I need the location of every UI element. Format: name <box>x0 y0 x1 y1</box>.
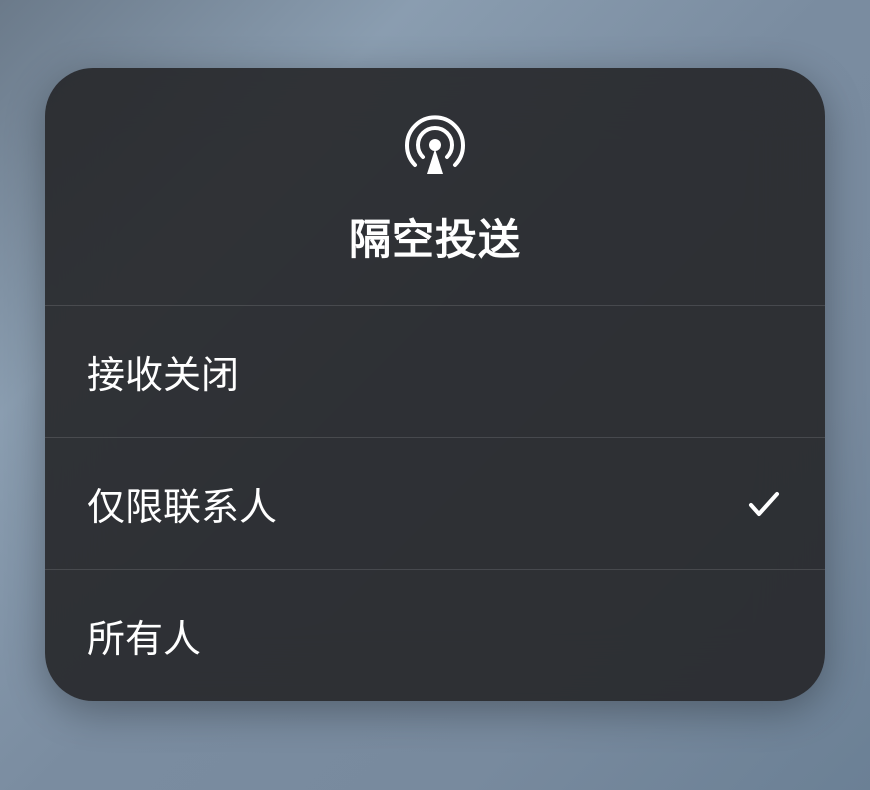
option-label: 仅限联系人 <box>87 476 277 531</box>
option-receiving-off[interactable]: 接收关闭 <box>45 306 825 438</box>
option-label: 接收关闭 <box>87 344 239 399</box>
airdrop-icon <box>399 110 471 182</box>
option-list: 接收关闭 仅限联系人 所有人 <box>45 306 825 701</box>
option-label: 所有人 <box>87 608 201 663</box>
checkmark-icon <box>745 485 783 523</box>
panel-header: 隔空投送 <box>45 68 825 306</box>
option-contacts-only[interactable]: 仅限联系人 <box>45 438 825 570</box>
option-everyone[interactable]: 所有人 <box>45 570 825 701</box>
panel-title: 隔空投送 <box>349 206 521 267</box>
airdrop-settings-panel: 隔空投送 接收关闭 仅限联系人 所有人 <box>45 68 825 701</box>
